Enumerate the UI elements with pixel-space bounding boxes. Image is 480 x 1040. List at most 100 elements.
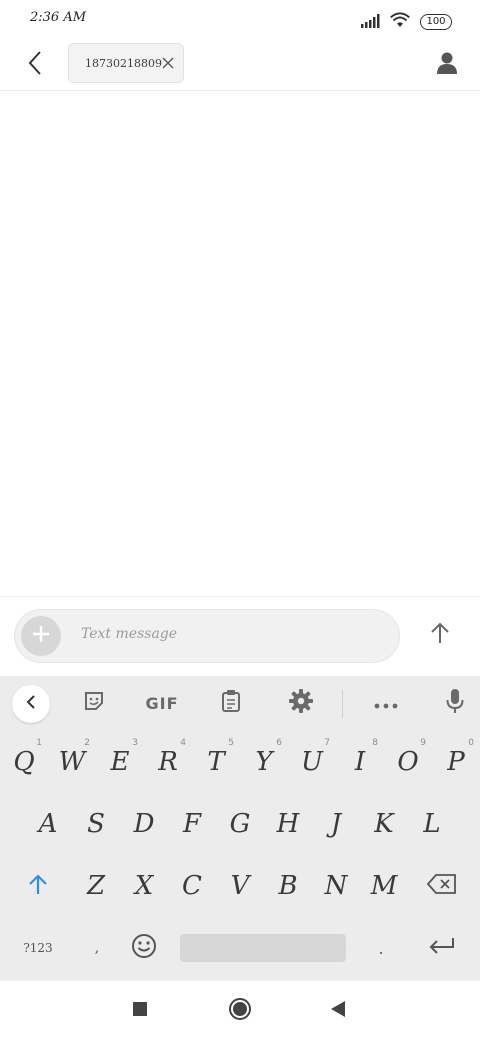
key-k[interactable]: K xyxy=(360,794,408,854)
key-i[interactable]: I8 xyxy=(336,732,384,792)
send-button[interactable] xyxy=(426,621,454,649)
key-label: T xyxy=(207,747,225,777)
key-s[interactable]: S xyxy=(72,794,120,854)
key-j[interactable]: J xyxy=(312,794,360,854)
message-placeholder: Text message xyxy=(81,626,178,642)
person-icon xyxy=(436,51,458,79)
key-label: Y xyxy=(255,747,273,777)
key-hint: 6 xyxy=(276,738,282,748)
key-n[interactable]: N xyxy=(312,856,360,916)
wifi-icon xyxy=(390,12,410,32)
key-v[interactable]: V xyxy=(216,856,264,916)
keyboard-settings-button[interactable] xyxy=(286,688,316,718)
compose-bar: Text message xyxy=(0,596,480,677)
key-b[interactable]: B xyxy=(264,856,312,916)
message-input[interactable]: Text message xyxy=(14,609,400,663)
enter-return-icon xyxy=(429,936,455,960)
toolbar-divider xyxy=(342,690,343,718)
message-list xyxy=(0,91,480,596)
remove-recipient-close-icon[interactable] xyxy=(162,55,174,71)
key-l[interactable]: L xyxy=(408,794,456,854)
key-h[interactable]: H xyxy=(264,794,312,854)
clipboard-button[interactable] xyxy=(216,688,246,718)
contacts-button[interactable] xyxy=(430,48,464,82)
arrow-back-icon xyxy=(27,50,43,80)
circle-home-icon xyxy=(228,997,252,1025)
shift-arrow-icon xyxy=(28,873,48,899)
key-label: W xyxy=(58,747,86,777)
key-z[interactable]: Z xyxy=(72,856,120,916)
key-hint: 5 xyxy=(228,738,234,748)
backspace-key[interactable] xyxy=(420,856,464,916)
voice-input-button[interactable] xyxy=(440,688,470,718)
recents-button[interactable] xyxy=(120,995,160,1027)
comma-key[interactable]: , xyxy=(80,918,114,978)
sticker-icon xyxy=(83,690,105,716)
plus-icon xyxy=(32,625,50,647)
clipboard-icon xyxy=(221,689,241,717)
recipient-number: 18730218809 xyxy=(85,56,162,70)
keyboard-row-4: ?123 , . xyxy=(0,918,480,978)
conversation-header: 18730218809 xyxy=(0,42,480,91)
key-e[interactable]: E3 xyxy=(96,732,144,792)
key-hint: 0 xyxy=(468,738,474,748)
square-icon xyxy=(132,1001,148,1021)
space-key[interactable] xyxy=(180,934,346,962)
key-hint: 1 xyxy=(36,738,42,748)
key-p[interactable]: P0 xyxy=(432,732,480,792)
keyboard-row-1: Q1 W2 E3 R4 T5 Y6 U7 I8 O9 P0 xyxy=(0,732,480,792)
gif-label: GIF xyxy=(145,693,179,713)
symbols-key[interactable]: ?123 xyxy=(12,918,64,978)
recipient-chip[interactable]: 18730218809 xyxy=(68,43,184,83)
key-x[interactable]: X xyxy=(120,856,168,916)
battery-icon: 100 xyxy=(420,14,452,30)
enter-key[interactable] xyxy=(420,918,464,978)
sticker-button[interactable] xyxy=(78,688,110,718)
key-y[interactable]: Y6 xyxy=(240,732,288,792)
key-label: E xyxy=(110,747,130,777)
key-hint: 3 xyxy=(132,738,138,748)
microphone-icon xyxy=(446,688,464,718)
emoji-smile-icon xyxy=(131,933,157,963)
key-o[interactable]: O9 xyxy=(384,732,432,792)
gif-button[interactable]: GIF xyxy=(142,688,182,718)
key-label: Q xyxy=(13,747,35,777)
key-hint: 9 xyxy=(420,738,426,748)
status-time: 2:36 AM xyxy=(30,10,87,25)
key-w[interactable]: W2 xyxy=(48,732,96,792)
emoji-key[interactable] xyxy=(124,918,164,978)
add-attachment-button[interactable] xyxy=(21,616,61,656)
key-hint: 4 xyxy=(180,738,186,748)
back-button[interactable] xyxy=(18,48,52,82)
back-nav-button[interactable] xyxy=(318,995,358,1027)
key-u[interactable]: U7 xyxy=(288,732,336,792)
keyboard-toolbar: GIF xyxy=(0,676,480,730)
shift-key[interactable] xyxy=(14,856,62,916)
key-label: U xyxy=(301,747,323,777)
key-c[interactable]: C xyxy=(168,856,216,916)
key-t[interactable]: T5 xyxy=(192,732,240,792)
chevron-left-icon xyxy=(25,694,37,714)
key-g[interactable]: G xyxy=(216,794,264,854)
system-navigation-bar xyxy=(0,981,480,1040)
collapse-toolbar-button[interactable] xyxy=(12,685,50,723)
keyboard: GIF Q 1 W 2 E 3 R 4 T 5 Y 6 U 7 I 8 O 9 … xyxy=(0,676,480,981)
key-r[interactable]: R4 xyxy=(144,732,192,792)
more-horiz-icon xyxy=(374,694,398,713)
status-bar: 2:36 AM 100 xyxy=(0,0,480,42)
key-a[interactable]: A xyxy=(24,794,72,854)
key-d[interactable]: D xyxy=(120,794,168,854)
period-key[interactable]: . xyxy=(366,918,396,978)
key-label: P xyxy=(447,747,465,777)
signal-icon xyxy=(360,13,380,32)
key-hint: 2 xyxy=(84,738,90,748)
key-hint: 8 xyxy=(372,738,378,748)
backspace-icon xyxy=(426,874,457,898)
key-m[interactable]: M xyxy=(360,856,408,916)
key-f[interactable]: F xyxy=(168,794,216,854)
key-q[interactable]: Q1 xyxy=(0,732,48,792)
more-options-button[interactable] xyxy=(370,688,402,718)
key-hint: 7 xyxy=(324,738,330,748)
home-button[interactable] xyxy=(220,995,260,1027)
status-icons: 100 xyxy=(360,12,452,32)
